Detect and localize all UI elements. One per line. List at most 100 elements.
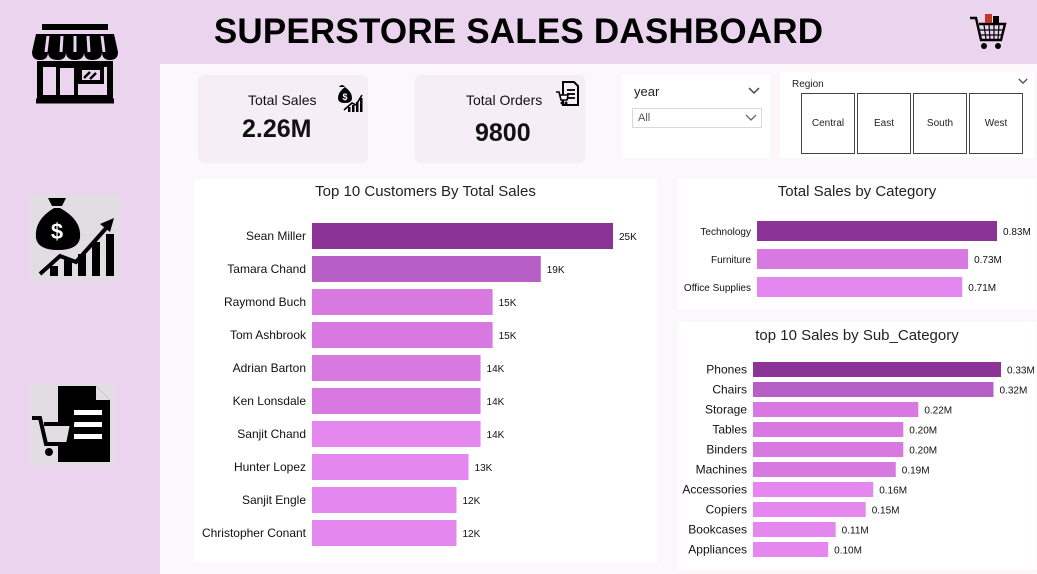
region-tile-south[interactable]: South <box>913 93 967 154</box>
customer-category-label: Sean Miller <box>246 229 306 243</box>
subcategory-data-label: 0.16M <box>879 486 907 497</box>
customer-data-label: 14K <box>487 397 505 408</box>
region-slicer-label: Region <box>792 79 824 90</box>
customer-bar[interactable] <box>312 355 481 381</box>
subcategory-chart-panel: top 10 Sales by Sub_Category Phones 0.33M… <box>678 322 1036 569</box>
subcategory-bar[interactable] <box>753 382 994 397</box>
year-dropdown-value: All <box>638 112 651 124</box>
kpi-total-orders-label: Total Orders <box>466 92 543 108</box>
subcategory-data-label: 0.10M <box>834 546 862 557</box>
subcategory-data-label: 0.32M <box>999 386 1027 397</box>
category-category-label: Technology <box>700 227 751 238</box>
customer-category-label: Adrian Barton <box>233 361 306 375</box>
category-data-label: 0.83M <box>1003 227 1031 238</box>
chevron-down-icon[interactable] <box>748 87 760 95</box>
customer-data-label: 14K <box>487 430 505 441</box>
kpi-total-orders-card: Total Orders 9800 <box>415 75 585 163</box>
customer-category-label: Ken Lonsdale <box>233 394 307 408</box>
kpi-total-orders-value: 9800 <box>475 119 531 147</box>
category-chart: Technology 0.83M Furniture 0.73M Office Supp… <box>684 221 1031 297</box>
chevron-down-icon <box>745 114 757 121</box>
customer-bar[interactable] <box>312 289 493 315</box>
subcategory-data-label: 0.11M <box>842 526 869 537</box>
customer-category-label: Christopher Conant <box>202 526 307 540</box>
header-bar: SUPERSTORE SALES DASHBOARD <box>0 0 1037 64</box>
subcategory-bar[interactable] <box>753 362 1001 377</box>
customer-bar[interactable] <box>312 454 469 480</box>
customer-bar[interactable] <box>312 322 493 348</box>
customer-bar[interactable] <box>312 520 457 546</box>
region-slicer: Region Central East South West <box>780 72 1035 158</box>
subcategory-data-label: 0.33M <box>1007 366 1035 377</box>
category-chart-panel: Total Sales by Category Technology 0.83M F… <box>678 179 1036 309</box>
subcategory-category-label: Appliances <box>688 543 747 557</box>
category-bar[interactable] <box>757 221 997 241</box>
money-growth-icon: $ <box>338 85 363 112</box>
region-tile-central[interactable]: Central <box>801 93 855 154</box>
subcategory-data-label: 0.19M <box>902 466 930 477</box>
kpi-total-sales-card: Total Sales 2.26M $ <box>198 75 368 163</box>
shopping-cart-icon <box>970 14 1007 49</box>
customer-bar[interactable] <box>312 421 481 447</box>
dashboard-title: SUPERSTORE SALES DASHBOARD <box>213 12 824 51</box>
category-category-label: Furniture <box>711 255 751 266</box>
customer-category-label: Sanjit Chand <box>237 427 306 441</box>
customer-category-label: Sanjit Engle <box>242 493 306 507</box>
subcategory-category-label: Copiers <box>706 503 747 517</box>
kpi-total-sales-value: 2.26M <box>242 115 312 143</box>
order-document-icon <box>30 384 114 466</box>
subcategory-bar[interactable] <box>753 522 836 537</box>
subcategory-data-label: 0.20M <box>909 426 937 437</box>
customer-data-label: 13K <box>475 463 493 474</box>
subcategory-category-label: Bookcases <box>688 523 747 537</box>
subcategory-category-label: Accessories <box>682 483 747 497</box>
year-slicer-label: year <box>634 84 660 99</box>
subcategory-bar[interactable] <box>753 542 829 557</box>
top-customers-chart: Sean Miller 25K Tamara Chand 19K Raymond Buc… <box>202 223 637 546</box>
customer-bar[interactable] <box>312 388 481 414</box>
subcategory-bar[interactable] <box>753 502 866 517</box>
money-growth-icon: $ <box>30 194 120 282</box>
customer-data-label: 12K <box>462 529 480 540</box>
customer-data-label: 12K <box>462 496 480 507</box>
customer-data-label: 25K <box>619 232 637 243</box>
store-icon <box>32 24 118 104</box>
subcategory-bar[interactable] <box>753 422 904 437</box>
region-tile-east[interactable]: East <box>857 93 911 154</box>
customer-category-label: Hunter Lopez <box>234 460 306 474</box>
category-bar[interactable] <box>757 249 969 269</box>
customer-bar[interactable] <box>312 223 613 249</box>
category-bar[interactable] <box>757 277 963 297</box>
subcategory-data-label: 0.22M <box>924 406 952 417</box>
year-slicer: year All <box>622 75 770 158</box>
region-tile-west[interactable]: West <box>969 93 1023 154</box>
customer-category-label: Tamara Chand <box>227 262 306 276</box>
subcategory-data-label: 0.15M <box>872 506 900 517</box>
customer-bar[interactable] <box>312 256 541 282</box>
chevron-down-icon[interactable] <box>1018 78 1028 85</box>
subcategory-category-label: Tables <box>712 423 747 437</box>
subcategory-category-label: Binders <box>706 443 747 457</box>
category-category-label: Office Supplies <box>684 283 751 294</box>
region-tile-group: Central East South West <box>801 93 1024 154</box>
subcategory-bar[interactable] <box>753 482 874 497</box>
subcategory-bar[interactable] <box>753 402 919 417</box>
order-document-icon <box>556 81 579 106</box>
subcategory-category-label: Machines <box>696 463 747 477</box>
category-data-label: 0.71M <box>968 283 996 294</box>
subcategory-bar[interactable] <box>753 442 904 457</box>
svg-text:$: $ <box>51 219 63 244</box>
top-customers-chart-panel: Top 10 Customers By Total Sales Sean Mil… <box>194 179 657 562</box>
subcategory-data-label: 0.20M <box>909 446 937 457</box>
subcategory-chart: Phones 0.33M Chairs 0.32M Storage 0.22M Tables… <box>682 362 1035 557</box>
category-data-label: 0.73M <box>974 255 1002 266</box>
subcategory-category-label: Storage <box>705 403 747 417</box>
customer-category-label: Tom Ashbrook <box>230 328 307 342</box>
year-dropdown[interactable]: All <box>632 108 762 128</box>
subcategory-bar[interactable] <box>753 462 896 477</box>
customer-data-label: 19K <box>547 265 565 276</box>
svg-text:$: $ <box>342 92 347 102</box>
customer-data-label: 15K <box>499 298 517 309</box>
customer-data-label: 15K <box>499 331 517 342</box>
customer-bar[interactable] <box>312 487 457 513</box>
